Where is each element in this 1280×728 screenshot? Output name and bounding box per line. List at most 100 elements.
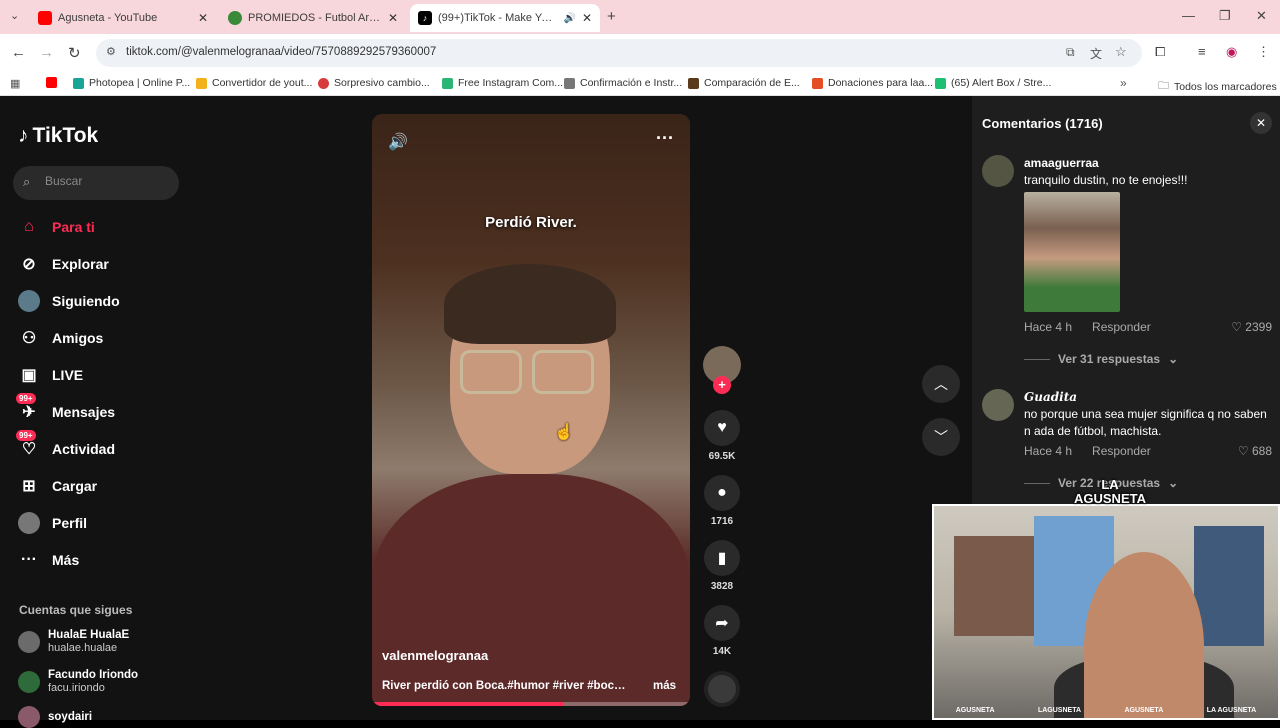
tiktok-logo[interactable]: ♪ TikTok bbox=[18, 124, 98, 148]
address-bar[interactable]: ⚙ tiktok.com/@valenmelogranaa/video/7570… bbox=[96, 39, 1142, 67]
view-replies-button[interactable]: Ver 31 respuestas ⌄ bbox=[1024, 352, 1178, 366]
close-window-icon[interactable]: ✕ bbox=[1256, 8, 1267, 24]
avatar[interactable] bbox=[982, 389, 1014, 421]
nav-amigos[interactable]: ⚇ Amigos bbox=[18, 323, 104, 353]
nav-siguiendo[interactable]: Siguiendo bbox=[18, 286, 120, 316]
search-input[interactable] bbox=[45, 174, 165, 188]
comment-username[interactable]: Guadita bbox=[1024, 390, 1077, 404]
bookmark-youtube[interactable] bbox=[46, 77, 57, 88]
nav-explorar[interactable]: ⊘ Explorar bbox=[18, 249, 109, 279]
bookmark-donaciones[interactable]: Donaciones para laa... bbox=[812, 77, 933, 89]
wall-poster bbox=[954, 536, 1034, 636]
url-text[interactable]: tiktok.com/@valenmelogranaa/video/757088… bbox=[126, 46, 436, 58]
previous-video-button[interactable]: ︿ bbox=[922, 365, 960, 403]
tab-promiedos[interactable]: PROMIEDOS - Futbol Argentino ✕ bbox=[220, 4, 406, 32]
bookmark-convertidor[interactable]: Convertidor de yout... bbox=[196, 77, 312, 89]
compass-icon: ⊘ bbox=[22, 256, 36, 273]
video-author[interactable]: valenmelogranaa bbox=[382, 648, 488, 663]
nav-cargar[interactable]: ⊞ Cargar bbox=[18, 471, 97, 501]
next-video-button[interactable]: ﹀ bbox=[922, 418, 960, 456]
menu-kebab-icon[interactable]: ⋮ bbox=[1257, 44, 1270, 60]
install-app-icon[interactable]: ⧉ bbox=[1066, 45, 1075, 60]
bookmark-comparacion[interactable]: Comparación de E... bbox=[688, 77, 800, 89]
streamer-face bbox=[1084, 552, 1204, 718]
nav-perfil[interactable]: Perfil bbox=[18, 508, 87, 538]
new-tab-button[interactable]: + bbox=[607, 8, 616, 25]
all-bookmarks-folder[interactable]: 🗀 Todos los marcadores bbox=[1158, 77, 1277, 96]
following-item[interactable]: HualaE HualaE hualae.hualae bbox=[18, 628, 129, 655]
bookmark-label: Donaciones para laa... bbox=[828, 77, 934, 89]
extensions-icon[interactable]: ⧠ bbox=[1155, 44, 1165, 60]
nav-para-ti[interactable]: ⌂ Para ti bbox=[18, 212, 95, 242]
heart-icon[interactable]: ♥ bbox=[704, 410, 740, 446]
tab-youtube[interactable]: Agusneta - YouTube ✕ bbox=[30, 4, 216, 32]
share-arrow-icon[interactable]: ➦ bbox=[704, 605, 740, 641]
site-info-icon[interactable]: ⚙ bbox=[106, 45, 116, 58]
following-item[interactable]: soydairi bbox=[18, 706, 92, 728]
video-progress-bar[interactable] bbox=[372, 702, 690, 706]
bookmark-confirmacion[interactable]: Confirmación e Instr... bbox=[564, 77, 682, 89]
bookmark-label: Photopea | Online P... bbox=[89, 77, 191, 89]
close-comments-button[interactable]: ✕ bbox=[1250, 112, 1272, 134]
comment-like[interactable]: ♡ 2399 bbox=[1231, 320, 1272, 334]
following-item[interactable]: Facundo Iriondo facu.iriondo bbox=[18, 668, 138, 695]
search-box[interactable]: ⌕ bbox=[13, 166, 179, 200]
avatar[interactable] bbox=[982, 155, 1014, 187]
like-action[interactable]: ♥ 69.5K bbox=[704, 410, 740, 462]
link-icon bbox=[564, 77, 575, 89]
reply-button[interactable]: Responder bbox=[1092, 320, 1151, 334]
comment-bubble-icon[interactable]: ● bbox=[704, 475, 740, 511]
reload-icon[interactable]: ↻ bbox=[68, 44, 81, 62]
comments-title: Comentarios (1716) bbox=[982, 116, 1103, 131]
media-controls-icon[interactable]: ≡ bbox=[1198, 44, 1206, 59]
share-action[interactable]: ➦ 14K bbox=[704, 605, 740, 657]
avatar bbox=[18, 670, 40, 693]
nav-live[interactable]: ▣ LIVE bbox=[18, 360, 83, 390]
apps-grid-icon[interactable]: ▦ bbox=[10, 77, 20, 90]
volume-icon[interactable]: 🔊 bbox=[388, 132, 408, 152]
chevron-up-icon: ︿ bbox=[934, 376, 948, 392]
speaker-icon[interactable]: 🔊 bbox=[563, 13, 575, 24]
comparacion-icon bbox=[688, 77, 699, 89]
comment-username[interactable]: amaaguerraa bbox=[1024, 156, 1099, 170]
comment-image[interactable] bbox=[1024, 192, 1120, 312]
follow-plus-button[interactable]: + bbox=[713, 376, 731, 394]
close-tab-icon[interactable]: ✕ bbox=[582, 11, 592, 25]
bookmark-free-instagram[interactable]: Free Instagram Com... bbox=[442, 77, 563, 89]
tiktok-favicon-icon: ♪ bbox=[418, 11, 432, 25]
profile-avatar-icon[interactable]: ◉ bbox=[1226, 44, 1237, 60]
bookmark-star-icon[interactable]: ☆ bbox=[1115, 44, 1127, 60]
see-more-link[interactable]: más bbox=[653, 680, 676, 692]
bookmark-label: Comparación de E... bbox=[704, 77, 800, 89]
minimize-icon[interactable]: — bbox=[1182, 8, 1195, 23]
nav-actividad[interactable]: ♡ 99+ Actividad bbox=[16, 430, 115, 464]
bookmark-icon[interactable]: ▮ bbox=[704, 540, 740, 576]
divider bbox=[1024, 358, 1050, 360]
save-action[interactable]: ▮ 3828 bbox=[704, 540, 740, 592]
browser-toolbar: ← → ↻ ⚙ tiktok.com/@valenmelogranaa/vide… bbox=[0, 34, 1280, 72]
live-icon: ▣ bbox=[21, 367, 37, 384]
back-arrow-icon[interactable]: ← bbox=[11, 44, 26, 61]
friends-icon: ⚇ bbox=[21, 330, 37, 347]
video-player[interactable]: Perdió River. 🔊 ··· valenmelogranaa Rive… bbox=[372, 114, 690, 706]
search-icon: ⌕ bbox=[23, 174, 31, 189]
bookmark-photopea[interactable]: Photopea | Online P... bbox=[73, 77, 190, 89]
nav-mas[interactable]: ··· Más bbox=[18, 545, 79, 575]
forward-arrow-icon[interactable]: → bbox=[39, 44, 54, 61]
bookmark-sorpresivo[interactable]: Sorpresivo cambio... bbox=[318, 77, 430, 89]
reply-button[interactable]: Responder bbox=[1092, 444, 1151, 458]
more-options-icon[interactable]: ··· bbox=[656, 128, 674, 149]
translate-icon[interactable]: 文 bbox=[1090, 45, 1102, 62]
music-disc-icon[interactable] bbox=[704, 671, 740, 707]
following-section-title: Cuentas que sigues bbox=[19, 603, 133, 617]
comment-action[interactable]: ● 1716 bbox=[704, 475, 740, 527]
restore-icon[interactable]: ❐ bbox=[1219, 8, 1231, 24]
tab-search-chevron-icon[interactable]: ⌄ bbox=[10, 9, 19, 22]
comment-like[interactable]: ♡ 688 bbox=[1238, 444, 1272, 458]
nav-mensajes[interactable]: ✈ 99+ Mensajes bbox=[16, 393, 115, 427]
tab-tiktok[interactable]: ♪ (99+)TikTok - Make Your Day 🔊 ✕ bbox=[410, 4, 600, 32]
bookmark-alert-box[interactable]: (65) Alert Box / Stre... bbox=[935, 77, 1051, 89]
close-tab-icon[interactable]: ✕ bbox=[198, 11, 208, 25]
more-bookmarks-icon[interactable]: » bbox=[1120, 76, 1127, 90]
close-tab-icon[interactable]: ✕ bbox=[388, 11, 398, 25]
